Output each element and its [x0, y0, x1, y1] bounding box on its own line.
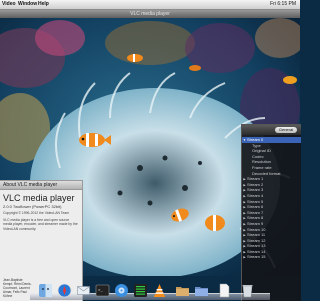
menu-help[interactable]: Help [38, 0, 49, 9]
info-panel-header: General [242, 125, 301, 135]
safari-icon[interactable] [57, 283, 72, 298]
about-window-title: About VLC media player [3, 182, 58, 188]
file-icon[interactable] [217, 283, 232, 298]
about-copyright: Copyright © 1996-2012 the VideoLAN Team [3, 211, 70, 215]
menu-bar: Video Window Help Fri 6:15 PM [0, 0, 300, 10]
codec-tree-list[interactable]: ▼Stream 0 Type Original ID Codec Resolut… [242, 137, 301, 260]
menubar-clock: Fri 6:15 PM [270, 1, 296, 7]
about-credits: Jean-Baptiste Kempf, Rémi Denis-Courmont… [3, 278, 32, 298]
vlc-icon[interactable] [152, 283, 167, 298]
about-app-name: VLC media player [3, 193, 75, 203]
dock: >_ [30, 281, 270, 300]
about-description: VLC media player is a free and open sour… [3, 218, 78, 231]
finder-icon[interactable] [38, 283, 53, 298]
tab-general[interactable]: General [275, 127, 297, 133]
menu-video[interactable]: Video [2, 0, 16, 9]
svg-text:>_: >_ [98, 288, 103, 293]
video-window-titlebar[interactable]: VLC media player [0, 10, 300, 18]
video-window-title: VLC media player [130, 11, 170, 17]
menu-window[interactable]: Window [18, 0, 37, 9]
mail-icon[interactable] [76, 283, 91, 298]
media-information-panel: General ▼Stream 0 Type Original ID Codec… [241, 124, 301, 301]
documents-folder-icon[interactable] [175, 283, 190, 298]
trash-icon[interactable] [240, 283, 255, 298]
tree-row-stream[interactable]: ▶Stream 15 [242, 254, 301, 260]
activity-monitor-icon[interactable] [133, 283, 148, 298]
terminal-icon[interactable]: >_ [95, 283, 110, 298]
itunes-icon[interactable] [114, 283, 129, 298]
downloads-folder-icon[interactable] [194, 283, 209, 298]
about-window-titlebar[interactable]: About VLC media player [0, 181, 82, 190]
